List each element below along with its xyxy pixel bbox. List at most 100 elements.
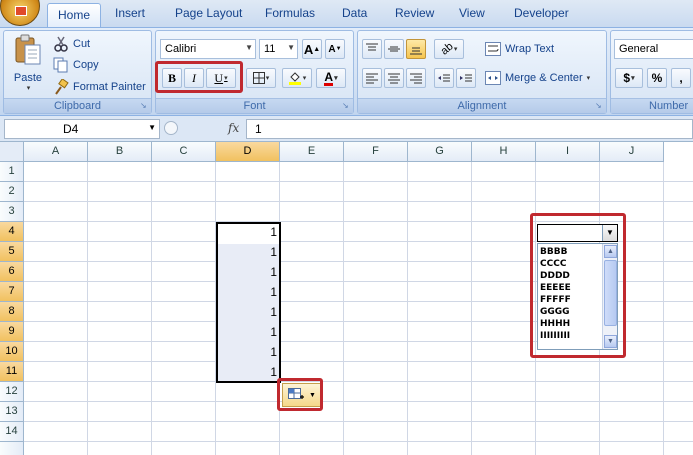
chevron-down-icon: ▾	[265, 75, 270, 82]
formula-input[interactable]: 1	[246, 119, 693, 139]
tab-data[interactable]: Data	[342, 6, 367, 20]
name-box[interactable]: D4 ▼	[4, 119, 160, 139]
column-header-g[interactable]: G	[408, 142, 472, 162]
percent-glyph: %	[651, 71, 663, 85]
triangle-down-icon: ▼	[335, 46, 342, 52]
row-header-8[interactable]: 8	[0, 302, 24, 322]
dialog-launcher-icon[interactable]: ↘	[595, 102, 604, 111]
highlight-box-auto-fill	[277, 378, 323, 411]
paintbrush-icon	[55, 79, 69, 95]
merge-center-button[interactable]: Merge & Center ▾	[484, 68, 591, 88]
column-header-d[interactable]: D	[216, 142, 280, 162]
align-left-button[interactable]	[362, 68, 382, 88]
cut-button[interactable]: Cut	[52, 35, 91, 53]
tab-home[interactable]: Home	[47, 3, 102, 27]
paste-button[interactable]: Paste ▾	[7, 33, 49, 95]
selection-range	[216, 222, 281, 383]
ribbon-tab-bar: Home Insert Page Layout Formulas Data Re…	[0, 0, 693, 27]
shrink-font-button[interactable]: A ▼	[325, 39, 345, 59]
font-group-label: Font	[156, 98, 353, 113]
currency-button[interactable]: $ ▾	[615, 68, 643, 88]
increase-indent-icon	[460, 74, 472, 82]
column-header-e[interactable]: E	[280, 142, 344, 162]
orientation-button[interactable]: ab ▾	[434, 39, 464, 59]
chevron-down-icon: ▾	[631, 75, 635, 82]
tab-review[interactable]: Review	[395, 6, 434, 20]
column-header-j[interactable]: J	[600, 142, 664, 162]
insert-function-button[interactable]: fx	[228, 121, 239, 135]
formula-bar: D4 ▼ fx 1	[0, 116, 693, 142]
font-size-select[interactable]: 11 ▼	[259, 39, 298, 59]
tab-insert[interactable]: Insert	[115, 6, 145, 20]
increase-indent-button[interactable]	[456, 68, 476, 88]
font-color-button[interactable]: A ▾	[316, 68, 346, 88]
column-header-c[interactable]: C	[152, 142, 216, 162]
row-header-4[interactable]: 4	[0, 222, 24, 242]
grow-font-button[interactable]: A ▲	[302, 39, 322, 59]
office-logo-icon	[15, 6, 27, 16]
row-header-15[interactable]	[0, 442, 24, 455]
number-group-label: Number	[611, 98, 693, 113]
align-left-icon	[366, 73, 378, 84]
align-middle-icon	[388, 46, 400, 52]
row-header-13[interactable]: 13	[0, 402, 24, 422]
format-painter-button[interactable]: Format Painter	[52, 78, 147, 96]
row-header-3[interactable]: 3	[0, 202, 24, 222]
shrink-font-glyph: A	[328, 43, 336, 55]
row-header-7[interactable]: 7	[0, 282, 24, 302]
font-family-select[interactable]: Calibri ▼	[160, 39, 256, 59]
formula-bar-grip-icon	[164, 121, 178, 135]
merge-cells-icon	[485, 71, 501, 85]
comma-button[interactable]: ,	[671, 68, 691, 88]
align-right-button[interactable]	[406, 68, 426, 88]
wrap-text-button[interactable]: Wrap Text	[484, 39, 555, 59]
scissors-icon	[54, 36, 68, 52]
borders-icon	[252, 72, 265, 84]
tab-page-layout[interactable]: Page Layout	[175, 6, 242, 20]
borders-button[interactable]: ▾	[246, 68, 276, 88]
tab-view[interactable]: View	[459, 6, 485, 20]
row-header-5[interactable]: 5	[0, 242, 24, 262]
clipboard-group: Paste ▾ Cut Copy Format Painter Clipboar…	[3, 30, 152, 114]
paste-label: Paste	[13, 72, 43, 84]
column-header-i[interactable]: I	[536, 142, 600, 162]
tab-formulas[interactable]: Formulas	[265, 6, 315, 20]
row-header-14[interactable]: 14	[0, 422, 24, 442]
column-header-h[interactable]: H	[472, 142, 536, 162]
office-button[interactable]	[0, 0, 40, 26]
row-header-12[interactable]: 12	[0, 382, 24, 402]
align-top-button[interactable]	[362, 39, 382, 59]
align-middle-button[interactable]	[384, 39, 404, 59]
dialog-launcher-icon[interactable]: ↘	[140, 102, 149, 111]
fill-color-button[interactable]: ▾	[282, 68, 312, 88]
row-header-11[interactable]: 11	[0, 362, 24, 382]
triangle-up-icon: ▲	[313, 45, 321, 53]
highlight-box-font-style	[155, 61, 243, 93]
chevron-down-icon: ▾	[302, 75, 307, 82]
percent-button[interactable]: %	[647, 68, 667, 88]
dialog-launcher-icon[interactable]: ↘	[342, 102, 351, 111]
number-format-value: General	[619, 43, 659, 55]
row-header-9[interactable]: 9	[0, 322, 24, 342]
copy-button[interactable]: Copy	[52, 56, 100, 74]
column-header-a[interactable]: A	[24, 142, 88, 162]
comma-glyph: ,	[679, 71, 683, 85]
align-center-button[interactable]	[384, 68, 404, 88]
number-format-select[interactable]: General	[614, 39, 693, 59]
cut-label: Cut	[73, 38, 91, 50]
chevron-down-icon: ▾	[586, 75, 591, 82]
row-header-1[interactable]: 1	[0, 162, 24, 182]
row-header-10[interactable]: 10	[0, 342, 24, 362]
row-header-6[interactable]: 6	[0, 262, 24, 282]
decrease-indent-button[interactable]	[434, 68, 454, 88]
select-all-corner[interactable]	[0, 142, 24, 162]
align-bottom-icon	[410, 47, 422, 55]
paste-icon	[15, 34, 41, 65]
row-header-2[interactable]: 2	[0, 182, 24, 202]
column-header-f[interactable]: F	[344, 142, 408, 162]
wrap-text-icon	[485, 42, 501, 56]
tab-developer[interactable]: Developer	[514, 6, 569, 20]
column-header-b[interactable]: B	[88, 142, 152, 162]
align-bottom-button[interactable]	[406, 39, 426, 59]
highlight-box-combo	[530, 213, 626, 358]
